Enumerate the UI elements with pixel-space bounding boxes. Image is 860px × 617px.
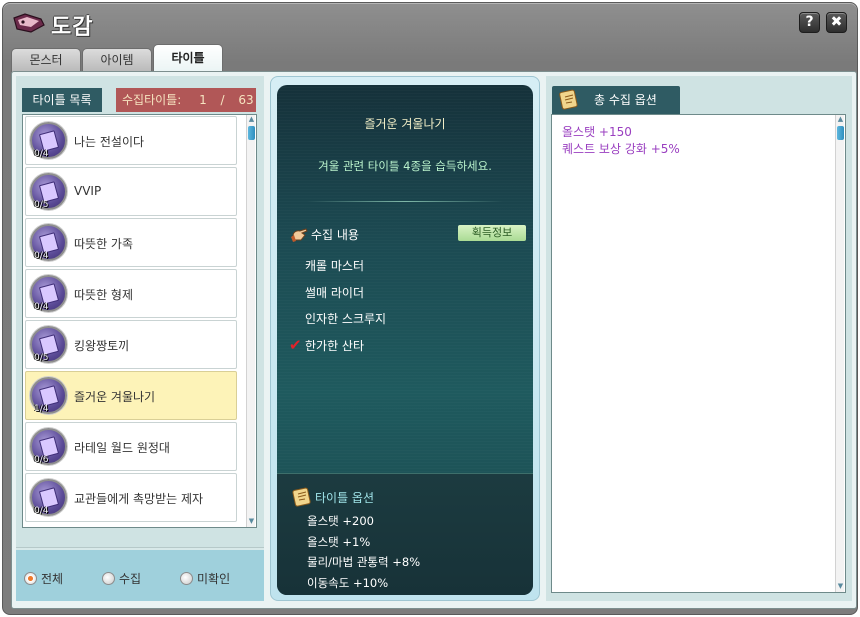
item-name: 라테일 월드 원정대 xyxy=(74,441,170,455)
item-name: 따뜻한 형제 xyxy=(74,288,134,302)
item-name: 나는 전설이다 xyxy=(74,135,145,149)
title-option: 올스탯 +1% xyxy=(307,535,371,549)
collect-item: 썰매 라이더 xyxy=(305,284,364,301)
scroll-icon xyxy=(292,487,311,507)
filter-all-label: 전체 xyxy=(41,572,64,586)
item-name: 킹왕짱토끼 xyxy=(74,339,130,353)
item-name: 즐거운 겨울나기 xyxy=(74,390,156,404)
title-list[interactable]: 0/4 나는 전설이다 0/5 VVIP 0/4 따뜻한 가족 0/4 따뜻한 … xyxy=(22,114,257,528)
collect-item-name: 인자한 스크루지 xyxy=(305,312,387,326)
collect-item-collected: ✔ 한가한 산타 xyxy=(289,336,365,354)
hand-icon xyxy=(291,228,308,242)
list-item[interactable]: 0/4 따뜻한 형제 xyxy=(25,269,237,318)
tab-title[interactable]: 타이틀 xyxy=(153,44,223,73)
list-item-selected[interactable]: 1/4 즐거운 겨울나기 xyxy=(25,371,237,420)
check-icon: ✔ xyxy=(289,336,302,354)
collect-item: 캐롤 마스터 xyxy=(305,257,364,274)
scroll-down-icon[interactable]: ▼ xyxy=(836,582,845,591)
item-progress: 0/4 xyxy=(34,302,49,312)
scroll-up-icon[interactable]: ▲ xyxy=(836,115,845,124)
list-item[interactable]: 0/4 교관들에게 촉망받는 제자 xyxy=(25,473,237,522)
item-progress: 0/4 xyxy=(34,149,49,159)
acquire-info-button[interactable]: 획득정보 xyxy=(458,225,526,241)
title-options-header: 타이틀 옵션 xyxy=(291,487,374,507)
title-list-panel: 타이틀 목록 수집타이틀: 1 / 63 0/4 나는 전설이다 0/5 VVI… xyxy=(16,76,264,601)
divider xyxy=(307,201,503,202)
title-option: 올스탯 +200 xyxy=(307,514,374,528)
scroll-down-icon[interactable]: ▼ xyxy=(247,517,256,526)
filter-unchecked-radio[interactable]: 미확인 xyxy=(180,570,230,586)
radio-dot-icon xyxy=(180,572,193,585)
collected-count-badge: 수집타이틀: 1 / 63 xyxy=(116,88,256,112)
collection-window: 도감 ? ✖ 몬스터 아이템 타이틀 타이틀 목록 수집타이틀: 1 / 63 xyxy=(2,2,858,615)
item-progress: 0/5 xyxy=(34,353,49,363)
item-name: 따뜻한 가족 xyxy=(74,237,134,251)
collected-total: 63 xyxy=(238,93,254,107)
total-options-header: 총 수집 옵션 xyxy=(552,86,680,114)
collect-item: 인자한 스크루지 xyxy=(305,310,386,327)
collected-label: 수집타이틀: xyxy=(122,93,182,107)
list-item[interactable]: 0/5 킹왕짱토끼 xyxy=(25,320,237,369)
book-mascot-icon xyxy=(13,13,45,33)
radio-dot-icon xyxy=(24,572,37,585)
collect-section-label: 수집 내용 xyxy=(311,228,359,242)
scroll-thumb[interactable] xyxy=(248,126,255,140)
list-item[interactable]: 0/4 나는 전설이다 xyxy=(25,116,237,165)
radio-dot-icon xyxy=(102,572,115,585)
list-item[interactable]: 0/6 라테일 월드 원정대 xyxy=(25,422,237,471)
item-progress: 0/4 xyxy=(34,251,49,261)
tab-monster[interactable]: 몬스터 xyxy=(11,48,81,72)
total-options-scrollbar[interactable]: ▲ ▼ xyxy=(835,115,844,592)
scroll-thumb[interactable] xyxy=(837,126,844,140)
help-button[interactable]: ? xyxy=(799,12,820,33)
title-options-label: 타이틀 옵션 xyxy=(315,491,375,505)
scroll-up-icon[interactable]: ▲ xyxy=(247,115,256,124)
window-title: 도감 xyxy=(51,15,94,40)
item-progress: 1/4 xyxy=(34,404,49,414)
collected-count: 1 xyxy=(199,93,207,107)
item-progress: 0/5 xyxy=(34,200,49,210)
item-name: VVIP xyxy=(74,184,102,198)
close-button[interactable]: ✖ xyxy=(826,12,847,33)
item-progress: 0/6 xyxy=(34,455,49,465)
title-option: 이동속도 +10% xyxy=(307,576,389,590)
filter-all-radio[interactable]: 전체 xyxy=(24,570,63,586)
title-detail-card: 즐거운 겨울나기 겨울 관련 타이틀 4종을 습득하세요. 수집 내용 획득정보… xyxy=(277,85,533,595)
collect-item-name: 썰매 라이더 xyxy=(305,286,365,300)
total-options-list[interactable]: 올스탯 +150 퀘스트 보상 강화 +5% ▲ ▼ xyxy=(551,114,846,593)
detail-title: 즐거운 겨울나기 xyxy=(364,117,446,131)
collected-separator: / xyxy=(220,93,225,107)
tab-item[interactable]: 아이템 xyxy=(82,48,152,72)
title-list-scrollbar[interactable]: ▲ ▼ xyxy=(246,115,255,527)
collect-item-name: 한가한 산타 xyxy=(305,339,365,353)
filter-collected-label: 수집 xyxy=(119,572,142,586)
total-option: 올스탯 +150 xyxy=(562,125,632,139)
item-name: 교관들에게 촉망받는 제자 xyxy=(74,492,204,506)
title-list-header: 타이틀 목록 xyxy=(22,88,102,112)
title-list-section: 타이틀 목록 수집타이틀: 1 / 63 0/4 나는 전설이다 0/5 VVI… xyxy=(16,76,264,548)
total-options-label: 총 수집 옵션 xyxy=(594,93,657,107)
total-option: 퀘스트 보상 강화 +5% xyxy=(562,142,680,156)
scroll-icon xyxy=(559,89,578,110)
titlebar[interactable]: 도감 ? ✖ xyxy=(3,3,857,43)
collect-item-name: 캐롤 마스터 xyxy=(305,259,365,273)
filter-bar: 전체 수집 미확인 xyxy=(16,550,264,601)
list-item[interactable]: 0/4 따뜻한 가족 xyxy=(25,218,237,267)
list-item[interactable]: 0/5 VVIP xyxy=(25,167,237,216)
title-detail-panel: 즐거운 겨울나기 겨울 관련 타이틀 4종을 습득하세요. 수집 내용 획득정보… xyxy=(270,76,540,601)
total-options-panel: 총 수집 옵션 올스탯 +150 퀘스트 보상 강화 +5% ▲ ▼ xyxy=(546,76,852,601)
item-progress: 0/4 xyxy=(34,506,49,516)
content-area: 타이틀 목록 수집타이틀: 1 / 63 0/4 나는 전설이다 0/5 VVI… xyxy=(11,71,857,609)
detail-description: 겨울 관련 타이틀 4종을 습득하세요. xyxy=(318,159,492,173)
filter-unchecked-label: 미확인 xyxy=(197,572,231,586)
collect-section-header: 수집 내용 xyxy=(291,226,359,243)
title-option: 물리/마법 관통력 +8% xyxy=(307,555,421,569)
filter-collected-radio[interactable]: 수집 xyxy=(102,570,141,586)
